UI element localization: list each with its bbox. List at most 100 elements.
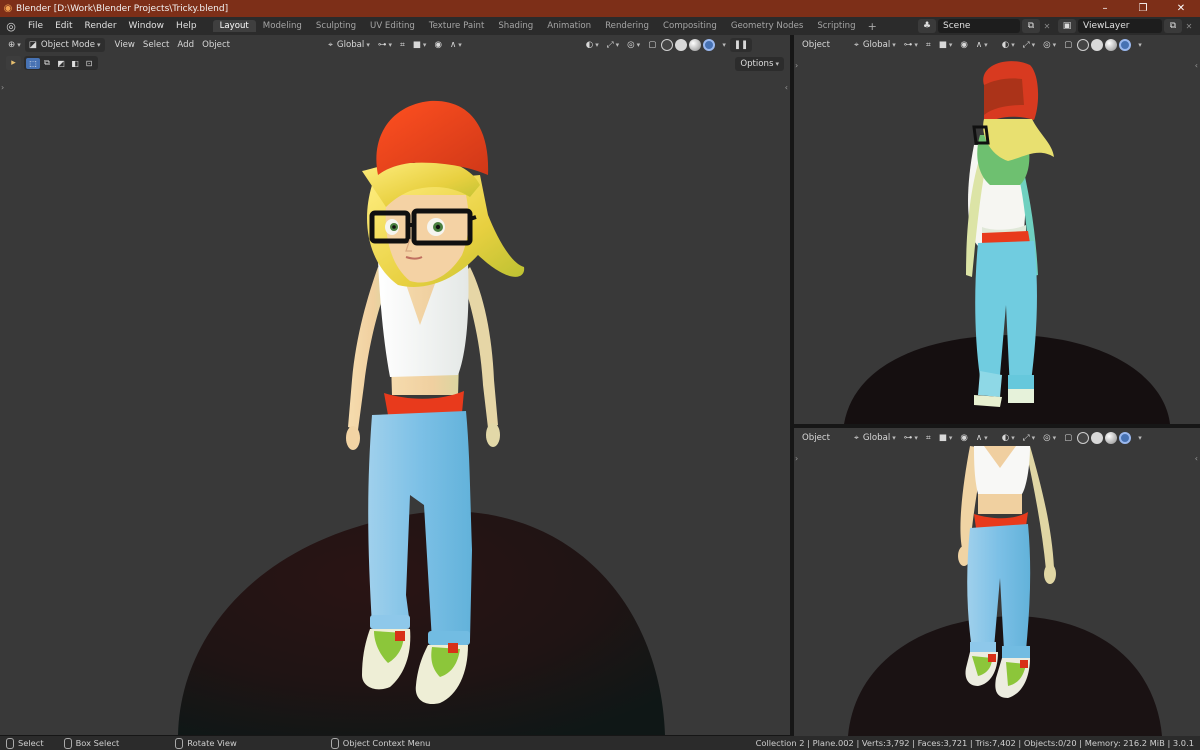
select-extend-icon[interactable]: ⧉	[40, 58, 54, 69]
add-workspace-button[interactable]: +	[863, 20, 882, 33]
bottom-right-orientation-dropdown[interactable]: ⌖ Global ▾	[850, 431, 900, 445]
visibility-icon[interactable]: ◐ ▾	[998, 431, 1019, 445]
tab-geometry-nodes[interactable]: Geometry Nodes	[724, 20, 811, 32]
gizmo-icon[interactable]: ⤢ ▾	[603, 38, 623, 52]
wireframe-shading-icon[interactable]	[661, 38, 674, 51]
close-button[interactable]: ✕	[1162, 3, 1200, 14]
bottom-right-object-menu[interactable]: Object	[798, 431, 834, 445]
tab-scripting[interactable]: Scripting	[810, 20, 862, 32]
tab-texture-paint[interactable]: Texture Paint	[422, 20, 491, 32]
sidebar-expand-arrow-icon[interactable]: ‹	[1195, 454, 1198, 463]
overlays-icon[interactable]: ◎ ▾	[1039, 38, 1060, 52]
overlays-icon[interactable]: ◎ ▾	[1039, 431, 1060, 445]
gizmo-icon[interactable]: ⤢ ▾	[1019, 38, 1039, 52]
visibility-icon[interactable]: ◐ ▾	[582, 38, 603, 52]
pivot-point-icon[interactable]: ⊶ ▾	[900, 431, 922, 445]
pause-render-icon[interactable]: ❚❚	[729, 37, 753, 52]
snap-target-icon[interactable]: ■ ▾	[935, 38, 957, 52]
snap-icon[interactable]: ⌗	[922, 38, 935, 52]
editor-type-icon[interactable]: ⊕ ▾	[4, 38, 25, 52]
tool-settings-row: ▸ ⬚ ⧉ ◩ ◧ ⊡	[6, 56, 98, 70]
delete-view-layer-icon[interactable]: ✕	[1182, 22, 1196, 31]
top-right-orientation-dropdown[interactable]: ⌖ Global ▾	[850, 38, 900, 52]
wireframe-shading-icon[interactable]	[1077, 38, 1090, 51]
delete-scene-icon[interactable]: ✕	[1040, 22, 1054, 31]
pivot-point-icon[interactable]: ⊶ ▾	[900, 38, 922, 52]
rendered-shading-icon[interactable]	[1119, 431, 1132, 444]
rendered-shading-icon[interactable]	[1119, 38, 1132, 51]
select-intersect-icon[interactable]: ⊡	[82, 58, 96, 69]
solid-shading-icon[interactable]	[1091, 431, 1104, 444]
solid-shading-icon[interactable]	[1091, 38, 1104, 51]
material-preview-shading-icon[interactable]	[1105, 38, 1118, 51]
gizmo-icon[interactable]: ⤢ ▾	[1019, 431, 1039, 445]
new-scene-icon[interactable]: ⧉	[1022, 19, 1040, 33]
snap-target-icon[interactable]: ■ ▾	[409, 38, 431, 52]
menu-view[interactable]: View	[111, 38, 139, 52]
tab-layout[interactable]: Layout	[212, 20, 256, 32]
rendered-shading-icon[interactable]	[703, 38, 716, 51]
xray-icon[interactable]: ▢	[1060, 38, 1076, 52]
minimize-button[interactable]: –	[1086, 3, 1124, 14]
blender-menu-icon[interactable]: ◎	[0, 20, 22, 33]
proportional-edit-icon[interactable]: ◉	[956, 38, 972, 52]
shading-options-icon[interactable]: ▾	[716, 38, 730, 52]
select-invert-icon[interactable]: ◧	[68, 58, 82, 69]
menu-file[interactable]: File	[22, 21, 49, 31]
snap-icon[interactable]: ⌗	[922, 431, 935, 445]
tab-rendering[interactable]: Rendering	[598, 20, 656, 32]
xray-icon[interactable]: ▢	[644, 38, 660, 52]
menu-help[interactable]: Help	[170, 21, 203, 31]
select-set-icon[interactable]: ⬚	[26, 57, 40, 69]
tab-shading[interactable]: Shading	[491, 20, 540, 32]
toolbar-expand-arrow-icon[interactable]: ›	[1, 83, 4, 92]
snap-target-icon[interactable]: ■ ▾	[935, 431, 957, 445]
sidebar-expand-arrow-icon[interactable]: ‹	[1195, 61, 1198, 70]
transform-orientation-dropdown[interactable]: ⌖ Global ▾	[324, 38, 374, 52]
menu-edit[interactable]: Edit	[49, 21, 78, 31]
view-layer-icon[interactable]: ▣	[1058, 19, 1076, 33]
material-preview-shading-icon[interactable]	[689, 38, 702, 51]
new-view-layer-icon[interactable]: ⧉	[1164, 19, 1182, 33]
shading-options-icon[interactable]: ▾	[1132, 431, 1146, 445]
falloff-icon[interactable]: ∧ ▾	[972, 431, 992, 445]
tab-sculpting[interactable]: Sculpting	[309, 20, 363, 32]
main-3d-viewport[interactable]: ⊕ ▾ ◪ Object Mode ▾ View Select Add Object…	[0, 35, 790, 735]
view-layer-name-field[interactable]: ViewLayer	[1078, 19, 1162, 33]
options-dropdown[interactable]: Options ▾	[735, 57, 784, 71]
tab-modeling[interactable]: Modeling	[256, 20, 309, 32]
toolbar-expand-arrow-icon[interactable]: ›	[795, 61, 798, 70]
overlays-icon[interactable]: ◎ ▾	[623, 38, 644, 52]
sidebar-expand-arrow-icon[interactable]: ‹	[785, 83, 788, 92]
object-mode-dropdown[interactable]: ◪ Object Mode ▾	[24, 37, 105, 52]
falloff-icon[interactable]: ∧ ▾	[446, 38, 466, 52]
top-right-object-menu[interactable]: Object	[798, 38, 834, 52]
visibility-icon[interactable]: ◐ ▾	[998, 38, 1019, 52]
proportional-edit-icon[interactable]: ◉	[956, 431, 972, 445]
menu-render[interactable]: Render	[79, 21, 123, 31]
material-preview-shading-icon[interactable]	[1105, 431, 1118, 444]
snap-icon[interactable]: ⌗	[396, 38, 409, 52]
pivot-point-icon[interactable]: ⊶ ▾	[374, 38, 396, 52]
scene-name-field[interactable]: Scene	[938, 19, 1020, 33]
menu-select[interactable]: Select	[139, 38, 174, 52]
toolbar-expand-arrow-icon[interactable]: ›	[795, 454, 798, 463]
scene-icon[interactable]: ♣	[918, 19, 936, 33]
shading-options-icon[interactable]: ▾	[1132, 38, 1146, 52]
tab-animation[interactable]: Animation	[540, 20, 598, 32]
menu-add[interactable]: Add	[173, 38, 198, 52]
tab-uv-editing[interactable]: UV Editing	[363, 20, 422, 32]
active-tool-icon[interactable]: ▸	[6, 56, 21, 70]
falloff-icon[interactable]: ∧ ▾	[972, 38, 992, 52]
tab-compositing[interactable]: Compositing	[656, 20, 724, 32]
menu-object[interactable]: Object	[198, 38, 234, 52]
top-right-3d-viewport[interactable]: Object ⌖ Global ▾ ⊶ ▾ ⌗ ■ ▾ ◉ ∧ ▾ ◐ ▾ ⤢ ▾ ◎ ▾ ▢	[794, 35, 1200, 424]
proportional-edit-icon[interactable]: ◉	[430, 38, 446, 52]
xray-icon[interactable]: ▢	[1060, 431, 1076, 445]
menu-window[interactable]: Window	[123, 21, 171, 31]
bottom-right-3d-viewport[interactable]: Object ⌖ Global ▾ ⊶ ▾ ⌗ ■ ▾ ◉ ∧ ▾ ◐ ▾ ⤢ ▾ ◎ ▾ ▢	[794, 428, 1200, 736]
solid-shading-icon[interactable]	[675, 38, 688, 51]
wireframe-shading-icon[interactable]	[1077, 431, 1090, 444]
maximize-button[interactable]: ❐	[1124, 3, 1162, 14]
select-subtract-icon[interactable]: ◩	[54, 58, 68, 69]
